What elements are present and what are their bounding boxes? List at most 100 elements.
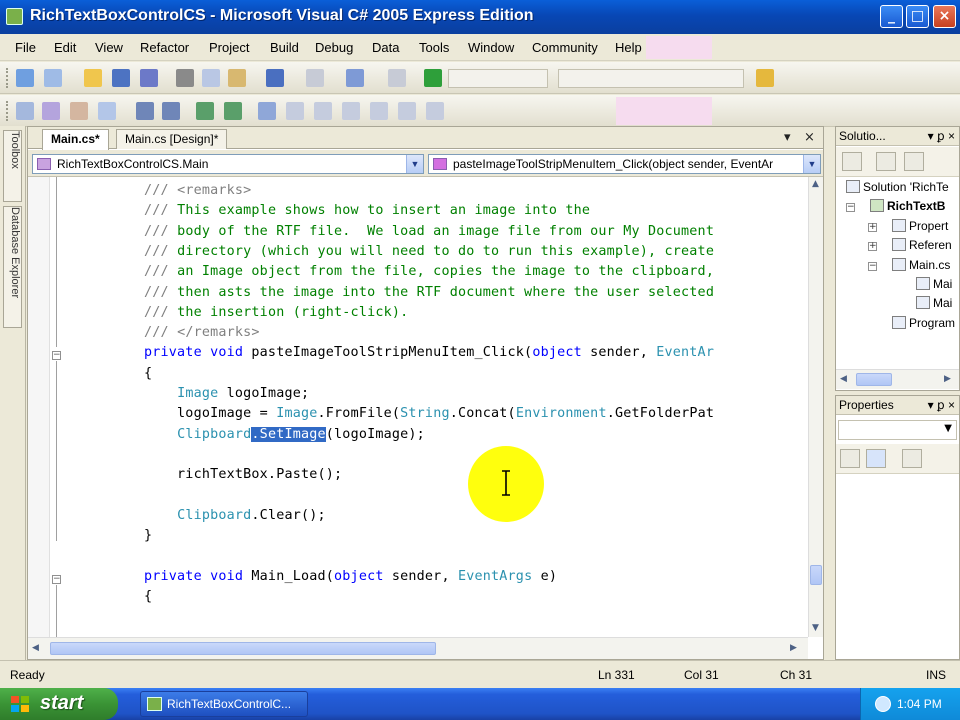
scroll-right-icon[interactable]: ▶: [944, 374, 951, 384]
maximize-button[interactable]: □: [906, 5, 929, 28]
object-member-list-icon[interactable]: [16, 102, 34, 120]
menu-file[interactable]: File: [15, 40, 36, 55]
complete-word-icon[interactable]: [98, 102, 116, 120]
start-debugging-icon[interactable]: [424, 69, 442, 87]
start-button[interactable]: start: [0, 688, 118, 720]
scroll-thumb[interactable]: [856, 373, 892, 386]
previous-bookmark-in-folder-icon[interactable]: [342, 102, 360, 120]
increase-indent-icon[interactable]: [162, 102, 180, 120]
menu-help[interactable]: Help: [615, 40, 642, 55]
chevron-down-icon[interactable]: ▼: [944, 423, 952, 434]
collapse-icon[interactable]: −: [52, 351, 61, 360]
properties-icon[interactable]: [842, 152, 862, 171]
database-explorer-tab[interactable]: Database Explorer: [3, 206, 22, 328]
save-all-icon[interactable]: [140, 69, 158, 87]
tree-properties[interactable]: Propert: [892, 219, 948, 237]
collapse-icon[interactable]: −: [868, 262, 877, 271]
scroll-left-icon[interactable]: ◀: [32, 643, 39, 653]
open-file-icon[interactable]: [84, 69, 102, 87]
taskbar-item-vcs[interactable]: RichTextBoxControlC...: [140, 691, 308, 717]
save-icon[interactable]: [112, 69, 130, 87]
menu-data[interactable]: Data: [372, 40, 399, 55]
more-buttons-icon[interactable]: [426, 102, 444, 120]
menu-view[interactable]: View: [95, 40, 123, 55]
comment-lines-icon[interactable]: [196, 102, 214, 120]
tree-references[interactable]: Referen: [892, 238, 952, 256]
redo-icon[interactable]: [306, 69, 324, 87]
next-bookmark-in-folder-icon[interactable]: [370, 102, 388, 120]
menu-community[interactable]: Community: [532, 40, 598, 55]
menu-tools[interactable]: Tools: [419, 40, 449, 55]
toggle-bookmark-icon[interactable]: [258, 102, 276, 120]
paste-icon[interactable]: [228, 69, 246, 87]
code-area[interactable]: − − /// <remarks>/// This example shows …: [28, 177, 808, 637]
toolbox-tab[interactable]: Toolbox: [3, 130, 22, 202]
parameter-info-icon[interactable]: [42, 102, 60, 120]
menu-refactor[interactable]: Refactor: [140, 40, 189, 55]
scroll-thumb[interactable]: [50, 642, 436, 655]
tab-main-cs-design[interactable]: Main.cs [Design]*: [116, 129, 228, 149]
toolbar-grip[interactable]: [6, 101, 9, 121]
toolbar-grip[interactable]: [6, 68, 9, 88]
previous-bookmark-icon[interactable]: [286, 102, 304, 120]
tree-project[interactable]: RichTextB: [870, 199, 945, 217]
code-token: ///: [144, 243, 178, 259]
tree-main-resx[interactable]: Mai: [916, 296, 952, 314]
expand-icon[interactable]: +: [868, 242, 877, 251]
tree-main-designer[interactable]: Mai: [916, 277, 952, 295]
pane-controls-icon[interactable]: ▾ ꝑ ×: [928, 129, 955, 143]
decrease-indent-icon[interactable]: [136, 102, 154, 120]
close-button[interactable]: ×: [933, 5, 956, 28]
clear-bookmarks-icon[interactable]: [398, 102, 416, 120]
vertical-scrollbar[interactable]: ▲ ▼: [808, 177, 823, 637]
close-icon[interactable]: ×: [804, 130, 815, 145]
scroll-thumb[interactable]: [810, 565, 822, 585]
chevron-down-icon[interactable]: ▼: [406, 155, 423, 173]
minimize-button[interactable]: _: [880, 5, 903, 28]
type-combo[interactable]: RichTextBoxControlCS.Main ▼: [32, 154, 424, 174]
member-combo[interactable]: pasteImageToolStripMenuItem_Click(object…: [428, 154, 821, 174]
scroll-up-icon[interactable]: ▲: [812, 179, 819, 189]
alphabetical-icon[interactable]: [866, 449, 886, 468]
menu-build[interactable]: Build: [270, 40, 299, 55]
menu-edit[interactable]: Edit: [54, 40, 76, 55]
find-combo[interactable]: [558, 69, 744, 88]
menu-debug[interactable]: Debug: [315, 40, 353, 55]
property-pages-icon[interactable]: [902, 449, 922, 468]
undo-icon[interactable]: [266, 69, 284, 87]
chevron-down-icon[interactable]: ▼: [803, 155, 820, 173]
new-project-icon[interactable]: [16, 69, 34, 87]
copy-icon[interactable]: [202, 69, 220, 87]
show-all-files-icon[interactable]: [876, 152, 896, 171]
object-selector-combo[interactable]: ▼: [838, 420, 957, 440]
quick-info-icon[interactable]: [70, 102, 88, 120]
menu-window[interactable]: Window: [468, 40, 514, 55]
scroll-down-icon[interactable]: ▼: [812, 623, 819, 633]
solution-hscrollbar[interactable]: ◀ ▶: [836, 369, 959, 389]
scroll-left-icon[interactable]: ◀: [840, 374, 847, 384]
next-bookmark-icon[interactable]: [314, 102, 332, 120]
expand-icon[interactable]: +: [868, 223, 877, 232]
scroll-right-icon[interactable]: ▶: [790, 643, 797, 653]
collapse-icon[interactable]: −: [52, 575, 61, 584]
solution-explorer-icon[interactable]: [756, 69, 774, 87]
solution-config-combo[interactable]: [448, 69, 548, 88]
navigate-forward-icon[interactable]: [388, 69, 406, 87]
tray-icon[interactable]: [875, 696, 891, 712]
categorized-icon[interactable]: [840, 449, 860, 468]
horizontal-scrollbar[interactable]: ◀ ▶: [28, 637, 808, 659]
cut-icon[interactable]: [176, 69, 194, 87]
add-item-icon[interactable]: [44, 69, 62, 87]
chevron-down-icon[interactable]: ▾: [784, 130, 791, 145]
uncomment-lines-icon[interactable]: [224, 102, 242, 120]
navigate-back-icon[interactable]: [346, 69, 364, 87]
menu-project[interactable]: Project: [209, 40, 249, 55]
start-label: start: [40, 692, 84, 714]
refresh-icon[interactable]: [904, 152, 924, 171]
tree-main-cs[interactable]: Main.cs: [892, 258, 950, 276]
tab-main-cs[interactable]: Main.cs*: [42, 129, 109, 150]
tree-solution[interactable]: Solution 'RichTe: [846, 180, 949, 198]
pane-controls-icon[interactable]: ▾ ꝑ ×: [928, 398, 955, 412]
tree-program[interactable]: Program: [892, 316, 955, 334]
collapse-icon[interactable]: −: [846, 203, 855, 212]
